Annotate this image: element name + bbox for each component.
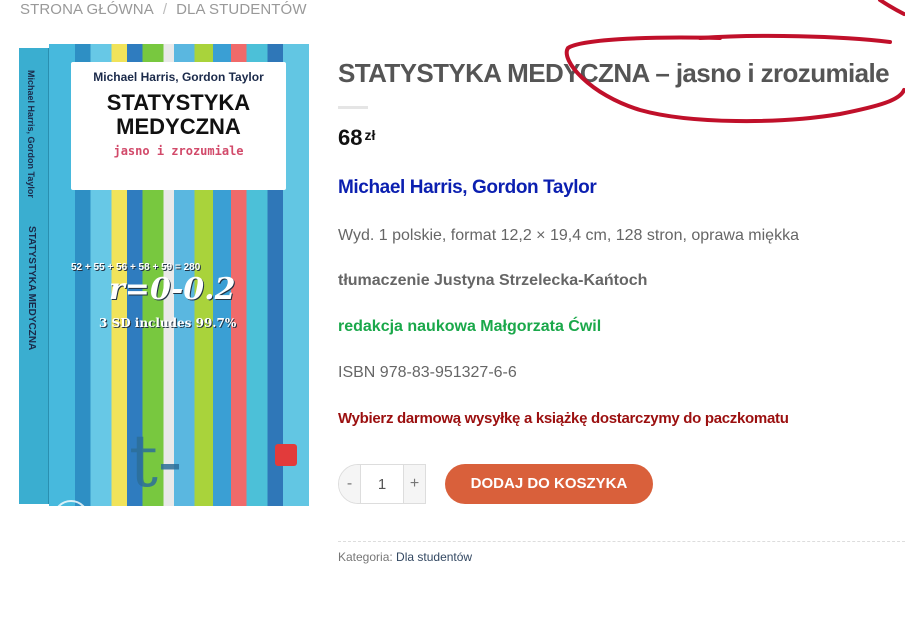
product-summary: STATYSTYKA MEDYCZNA – jasno i zrozumiale… [338, 58, 905, 427]
product-isbn: ISBN 978-83-951327-6-6 [338, 364, 517, 381]
product-editor: redakcja naukowa Małgorzata Ćwil [338, 318, 602, 335]
breadcrumb-home-link[interactable]: STRONA GŁÓWNA [20, 1, 154, 18]
zoom-icon[interactable]: ⤢ [53, 500, 89, 536]
cover-authors: Michael Harris, Gordon Taylor [93, 70, 264, 84]
annotation-top-stroke [698, 33, 892, 44]
breadcrumb-separator: / [162, 1, 168, 18]
product-authors: Michael Harris, Gordon Taylor [338, 177, 597, 198]
product-image[interactable]: Michael Harris, Gordon Taylor STATYSTYKA… [19, 44, 309, 536]
publisher-logo [275, 444, 297, 466]
cover-title-line1: STATYSTYKA [106, 90, 251, 115]
product-edition: Wyd. 1 polskie, format 12,2 × 19,4 cm, 1… [338, 227, 799, 244]
cover-formula: r=0-0.2 [109, 272, 236, 307]
cover-sd-text: 3 SD includes 99.7% [99, 316, 237, 330]
price-currency: zł [364, 127, 376, 143]
quantity-plus-button[interactable]: + [403, 465, 425, 503]
price-value: 68 [338, 125, 363, 150]
product-category: Kategoria: Dla studentów [338, 550, 472, 564]
breadcrumb-category-link[interactable]: DLA STUDENTÓW [176, 1, 306, 18]
cover-title-line2: MEDYCZNA [116, 114, 241, 139]
book-front-cover: Michael Harris, Gordon Taylor STATYSTYKA… [49, 44, 309, 506]
category-link[interactable]: Dla studentów [396, 550, 472, 564]
product-translation: tłumaczenie Justyna Strzelecka-Kańtoch [338, 272, 648, 289]
quantity-input[interactable] [361, 465, 403, 503]
quantity-stepper: - + [338, 464, 426, 504]
spine-title: STATYSTYKA MEDYCZNA [26, 226, 37, 351]
cover-title-label: Michael Harris, Gordon Taylor STATYSTYKA… [71, 62, 286, 190]
quantity-minus-button[interactable]: - [339, 465, 361, 503]
breadcrumb: STRONA GŁÓWNA / DLA STUDENTÓW [20, 1, 307, 18]
book-spine: Michael Harris, Gordon Taylor STATYSTYKA… [19, 48, 49, 504]
spine-authors: Michael Harris, Gordon Taylor [26, 70, 36, 198]
meta-divider [338, 541, 905, 542]
annotation-corner-stroke [878, 0, 905, 16]
cover-subtitle: jasno i zrozumiale [113, 144, 244, 158]
product-price: 68 zł [338, 125, 905, 151]
add-to-cart-button[interactable]: DODAJ DO KOSZYKA [445, 464, 653, 504]
shipping-note: Wybierz darmową wysyłkę a książkę dostar… [338, 410, 789, 427]
category-label: Kategoria: [338, 550, 393, 564]
title-divider [338, 106, 368, 109]
product-title: STATYSTYKA MEDYCZNA – jasno i zrozumiale [338, 58, 890, 88]
